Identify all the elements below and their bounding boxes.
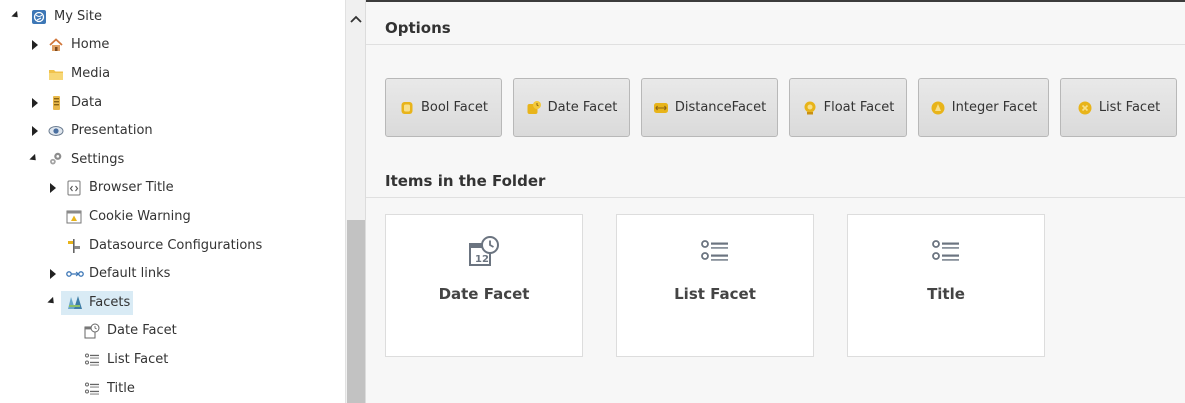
tree-node-media[interactable]: Media bbox=[0, 62, 330, 86]
tree-node-label: Browser Title bbox=[89, 180, 174, 195]
folder-section-title: Items in the Folder bbox=[385, 172, 546, 190]
calendar-clock-icon: 12 bbox=[467, 235, 501, 269]
tree-node-label: List Facet bbox=[107, 352, 169, 367]
list-facet-button[interactable]: List Facet bbox=[1060, 78, 1177, 137]
tree-node-datasource-configurations[interactable]: Datasource Configurations bbox=[0, 234, 330, 258]
window-warning-icon bbox=[66, 209, 82, 225]
button-label: Float Facet bbox=[823, 100, 895, 115]
tree-node-label: Presentation bbox=[71, 123, 153, 138]
tree-node-label: Default links bbox=[89, 266, 171, 281]
folder-icon bbox=[48, 66, 64, 82]
insert-options-panel: Options Bool Facet Date Facet DistanceFa… bbox=[365, 0, 1185, 403]
card-title: Title bbox=[927, 285, 965, 303]
date-facet-icon bbox=[526, 100, 542, 116]
tree-node-label: Title bbox=[107, 381, 135, 396]
float-facet-icon bbox=[802, 100, 818, 116]
distance-facet-button[interactable]: DistanceFacet bbox=[641, 78, 778, 137]
tree-node-label: My Site bbox=[54, 9, 103, 24]
tree-node-label: Home bbox=[71, 37, 110, 52]
integer-facet-icon bbox=[930, 100, 946, 116]
tree-node-label: Media bbox=[71, 66, 111, 81]
folder-item-list-facet[interactable]: List Facet bbox=[616, 214, 814, 357]
tree-node-presentation[interactable]: Presentation bbox=[0, 119, 330, 143]
tree-scrollbar[interactable] bbox=[345, 0, 365, 403]
tree-node-my-site[interactable]: My Site bbox=[0, 5, 330, 29]
folder-item-date-facet[interactable]: 12 Date Facet bbox=[385, 214, 583, 357]
top-border bbox=[366, 0, 1185, 2]
options-divider bbox=[366, 44, 1185, 45]
date-facet-button[interactable]: Date Facet bbox=[513, 78, 630, 137]
collapse-arrow-icon[interactable] bbox=[29, 153, 39, 164]
button-label: List Facet bbox=[1098, 100, 1161, 115]
tree-node-browser-title[interactable]: Browser Title bbox=[0, 176, 330, 200]
folder-divider bbox=[366, 197, 1185, 198]
tree-node-label: Datasource Configurations bbox=[89, 238, 263, 253]
expand-arrow-icon[interactable] bbox=[50, 183, 56, 193]
tree-node-label: Date Facet bbox=[107, 323, 177, 338]
card-title: Date Facet bbox=[438, 285, 530, 303]
tree-node-label: Cookie Warning bbox=[89, 209, 191, 224]
scroll-up-icon[interactable] bbox=[349, 12, 363, 26]
list-facet-icon bbox=[1077, 100, 1093, 116]
eye-icon bbox=[48, 123, 64, 139]
list-icon bbox=[698, 235, 732, 269]
bool-facet-icon bbox=[399, 100, 415, 116]
facets-icon bbox=[66, 294, 84, 312]
code-page-icon bbox=[66, 180, 82, 196]
collapse-arrow-icon[interactable] bbox=[11, 10, 21, 21]
tree-node-data[interactable]: Data bbox=[0, 91, 330, 115]
tree-node-label: Facets bbox=[89, 295, 131, 310]
tree-node-cookie-warning[interactable]: Cookie Warning bbox=[0, 205, 330, 229]
tree-node-list-facet[interactable]: List Facet bbox=[0, 348, 330, 372]
svg-text:12: 12 bbox=[475, 254, 489, 265]
list-icon bbox=[84, 381, 100, 397]
card-title: List Facet bbox=[674, 285, 756, 303]
float-facet-button[interactable]: Float Facet bbox=[789, 78, 907, 137]
globe-icon bbox=[31, 9, 47, 25]
button-label: DistanceFacet bbox=[674, 100, 767, 115]
calendar-clock-icon bbox=[84, 323, 100, 339]
bool-facet-button[interactable]: Bool Facet bbox=[385, 78, 502, 137]
scroll-thumb[interactable] bbox=[347, 220, 365, 403]
collapse-arrow-icon[interactable] bbox=[47, 296, 57, 307]
expand-arrow-icon[interactable] bbox=[32, 98, 38, 108]
database-icon bbox=[48, 95, 64, 111]
distance-facet-icon bbox=[653, 100, 669, 116]
link-chain-icon bbox=[66, 266, 84, 282]
button-label: Integer Facet bbox=[951, 100, 1038, 115]
tree-node-facets[interactable]: Facets bbox=[0, 291, 330, 315]
options-section-title: Options bbox=[385, 19, 451, 37]
list-icon bbox=[84, 352, 100, 368]
tree-node-default-links[interactable]: Default links bbox=[0, 262, 330, 286]
list-icon bbox=[929, 235, 963, 269]
gears-icon bbox=[48, 151, 64, 167]
expand-arrow-icon[interactable] bbox=[32, 40, 38, 50]
expand-arrow-icon[interactable] bbox=[32, 126, 38, 136]
expand-arrow-icon[interactable] bbox=[50, 269, 56, 279]
folder-item-title[interactable]: Title bbox=[847, 214, 1045, 357]
signpost-icon bbox=[66, 238, 82, 254]
tree-node-home[interactable]: Home bbox=[0, 33, 330, 57]
content-tree: My Site Home Media Data Presentation Set… bbox=[0, 0, 345, 403]
button-label: Date Facet bbox=[547, 100, 618, 115]
tree-node-settings[interactable]: Settings bbox=[0, 148, 330, 172]
tree-node-date-facet[interactable]: Date Facet bbox=[0, 319, 330, 343]
button-label: Bool Facet bbox=[420, 100, 489, 115]
home-icon bbox=[48, 37, 64, 53]
tree-node-label: Settings bbox=[71, 152, 125, 167]
tree-node-label: Data bbox=[71, 95, 103, 110]
tree-node-title[interactable]: Title bbox=[0, 377, 330, 401]
integer-facet-button[interactable]: Integer Facet bbox=[918, 78, 1049, 137]
